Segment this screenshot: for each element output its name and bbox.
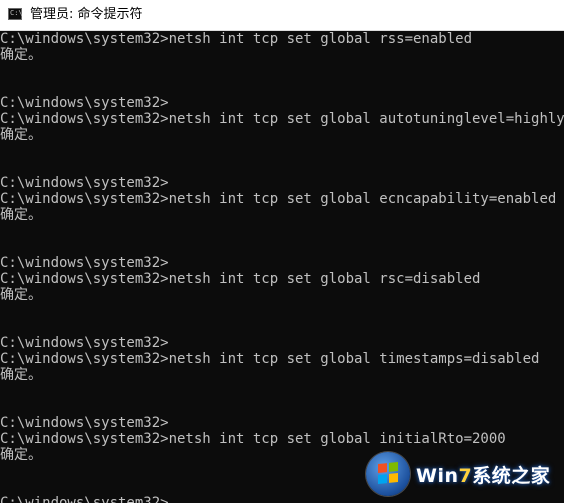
console-output[interactable]: C:\windows\system32>netsh int tcp set gl… [0,31,564,503]
title-bar[interactable]: C:\ 管理员: 命令提示符 [0,0,564,31]
console-line: C:\windows\system32> [0,175,169,191]
cmd-icon: C:\ [8,8,23,20]
console-line: C:\windows\system32>netsh int tcp set gl… [0,191,557,207]
watermark-text: Win7系统之家 [416,464,551,487]
console-line: C:\windows\system32> [0,255,169,271]
console-line: 确定。 [0,287,42,303]
console-line: C:\windows\system32>netsh int tcp set gl… [0,31,473,47]
console-line: 确定。 [0,127,42,143]
console-line: C:\windows\system32>netsh int tcp set gl… [0,431,506,447]
windows-logo-icon [366,452,410,496]
console-line: 确定。 [0,47,42,63]
window-title: 管理员: 命令提示符 [30,7,143,22]
console-line: C:\windows\system32> [0,415,169,431]
console-line: 确定。 [0,367,42,383]
console-line: C:\windows\system32> [0,335,169,351]
console-line: 确定。 [0,207,42,223]
console-line: C:\windows\system32>netsh int tcp set gl… [0,351,540,367]
watermark: Win7系统之家 [366,448,562,500]
console-line: C:\windows\system32>netsh int tcp set gl… [0,111,564,127]
console-line: C:\windows\system32>netsh int tcp set gl… [0,271,481,287]
console-line: C:\windows\system32> [0,95,169,111]
